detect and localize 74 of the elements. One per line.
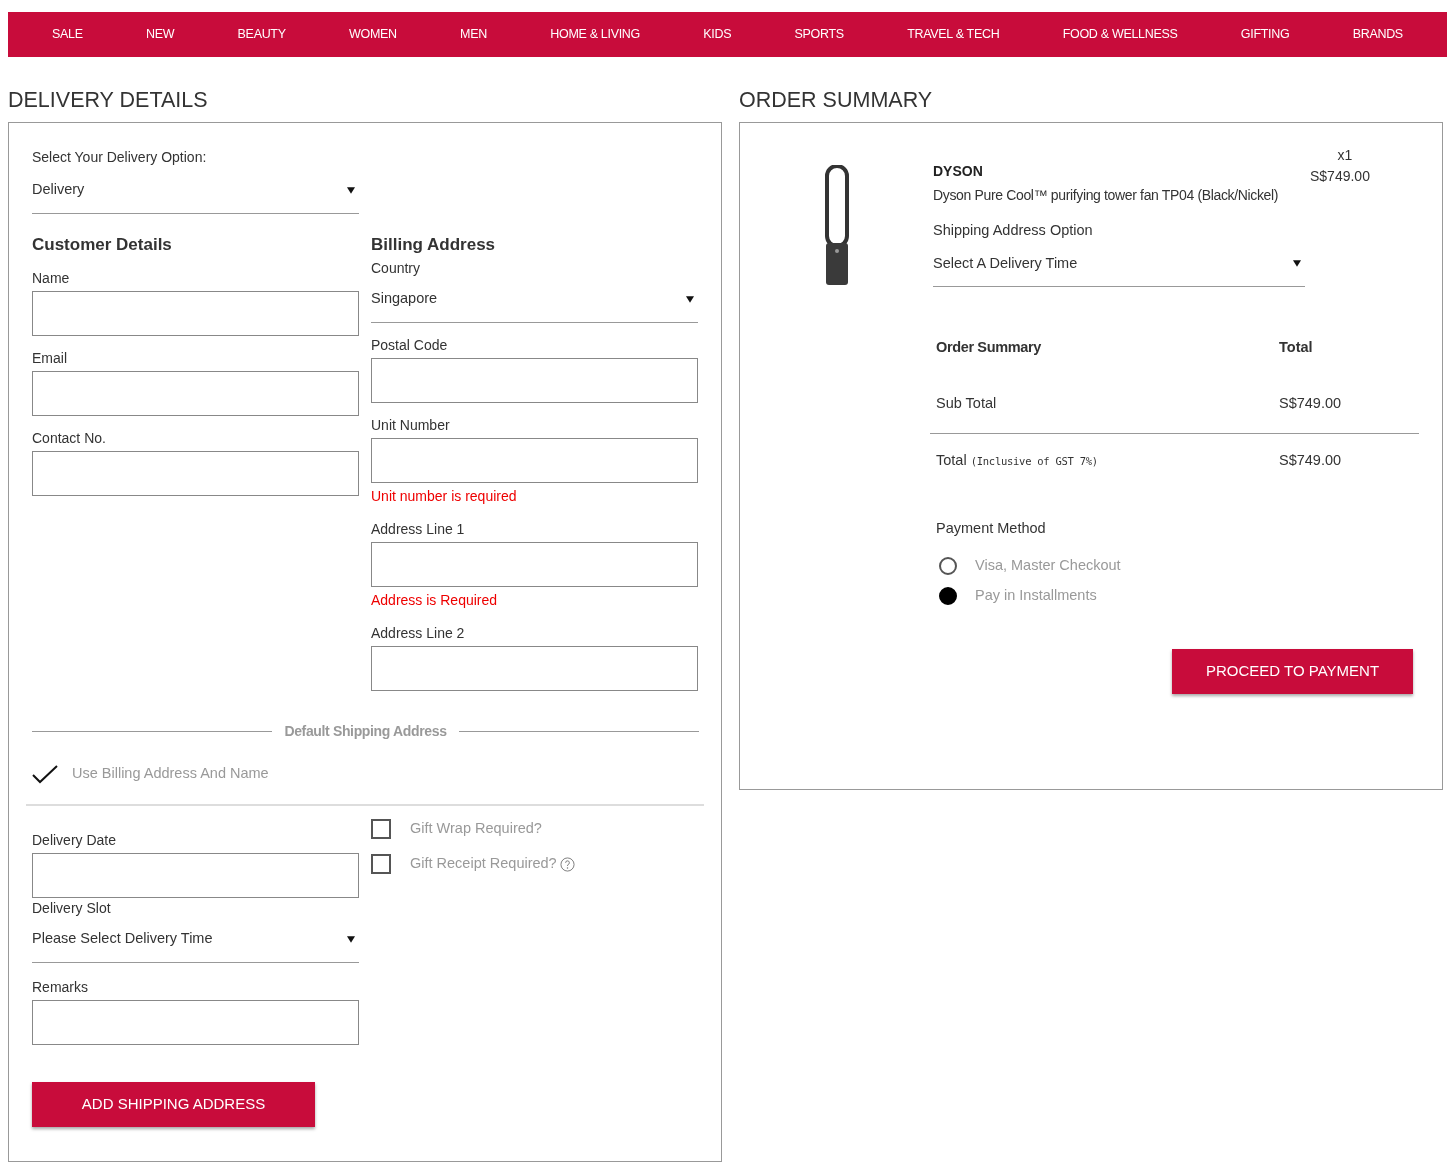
checkbox-label: Gift Wrap Required? xyxy=(410,819,542,839)
delivery-option-select[interactable]: Delivery xyxy=(32,167,359,214)
checkbox-label: Gift Receipt Required? xyxy=(410,854,557,874)
input-field[interactable] xyxy=(371,357,698,403)
input-field[interactable] xyxy=(371,541,698,587)
product-quantity: x1 xyxy=(1336,145,1353,165)
checkbox-label: Use Billing Address And Name xyxy=(72,763,269,783)
checkbox[interactable] xyxy=(371,819,391,839)
field-label: Address Line 1 xyxy=(371,520,466,538)
caret-icon xyxy=(686,295,694,303)
error-message: Address is Required xyxy=(371,590,499,610)
nav-link[interactable]: HOME & LIVING xyxy=(536,25,654,44)
field-label: Remarks xyxy=(32,978,89,996)
table-cell-text: S$749.00 xyxy=(1279,450,1342,470)
nav-link[interactable]: BRANDS xyxy=(1338,25,1417,44)
table-header: Order Summary xyxy=(936,338,1042,358)
proceed-to-payment-button[interactable]: PROCEED TO PAYMENT xyxy=(1172,648,1413,694)
section-heading: DELIVERY DETAILS xyxy=(8,90,209,112)
nav-link[interactable]: BEAUTY xyxy=(223,25,300,44)
field-label: Name xyxy=(32,269,71,287)
table-cell-text: Total xyxy=(936,450,967,470)
country-select[interactable]: Singapore xyxy=(371,276,698,323)
field-label: Contact No. xyxy=(32,429,107,447)
input-field[interactable] xyxy=(371,437,698,483)
nav-link[interactable]: FOOD & WELLNESS xyxy=(1048,25,1192,44)
input-field[interactable] xyxy=(32,370,359,416)
add-shipping-address-button[interactable]: ADD SHIPPING ADDRESS xyxy=(32,1081,315,1127)
field-label: Shipping Address Option xyxy=(933,220,1094,240)
table-cell-text: Sub Total xyxy=(936,394,998,413)
input-field[interactable] xyxy=(32,852,359,898)
nav-link[interactable]: SALE xyxy=(38,25,97,44)
nav-link[interactable]: MEN xyxy=(446,25,501,44)
product-brand: DYSON xyxy=(933,161,984,181)
field-label: Delivery Slot xyxy=(32,899,112,917)
input-field[interactable] xyxy=(32,290,359,336)
section-heading: ORDER SUMMARY xyxy=(739,90,934,112)
subsection-heading: Customer Details xyxy=(32,233,173,256)
product-name: Dyson Pure Cool™ purifying tower fan TP04 (Black/Nickel) xyxy=(933,185,1280,205)
table-cell-text: (Inclusive of GST 7%) xyxy=(970,453,1098,469)
field-label: Unit Number xyxy=(371,416,451,434)
radio-label: Pay in Installments xyxy=(975,586,1097,605)
nav-link[interactable]: SPORTS xyxy=(780,25,858,44)
field-label: Address Line 2 xyxy=(371,624,466,642)
checkmark-icon[interactable] xyxy=(32,763,58,784)
product-price: S$749.00 xyxy=(1310,166,1370,186)
error-message: Unit number is required xyxy=(371,486,518,506)
divider-label: Default Shipping Address xyxy=(284,721,447,741)
caret-icon xyxy=(347,186,355,194)
nav-link[interactable]: WOMEN xyxy=(335,25,411,44)
delivery-time-select[interactable]: Select A Delivery Time xyxy=(933,241,1305,288)
help-icon[interactable] xyxy=(559,856,575,872)
input-field[interactable] xyxy=(371,645,698,691)
field-label: Email xyxy=(32,349,68,367)
radio-button[interactable] xyxy=(939,557,957,576)
nav-link[interactable]: KIDS xyxy=(689,25,746,44)
field-label: Country xyxy=(371,259,422,277)
field-label: Postal Code xyxy=(371,336,449,354)
delivery-slot-select[interactable]: Please Select Delivery Time xyxy=(32,916,359,963)
nav-link[interactable]: TRAVEL & TECH xyxy=(893,25,1014,44)
table-header: Total xyxy=(1279,338,1313,358)
checkbox[interactable] xyxy=(371,854,391,874)
input-field[interactable] xyxy=(32,450,359,496)
field-label: Select Your Delivery Option: xyxy=(32,147,208,167)
nav-link[interactable]: NEW xyxy=(132,25,189,44)
caret-icon xyxy=(347,935,355,943)
radio-button[interactable] xyxy=(939,586,957,605)
nav-link[interactable]: GIFTING xyxy=(1226,25,1304,44)
subsection-heading: Billing Address xyxy=(371,233,497,256)
field-label: Delivery Date xyxy=(32,831,118,849)
table-cell-text: S$749.00 xyxy=(1279,394,1342,413)
input-field[interactable] xyxy=(32,999,359,1045)
field-label: Payment Method xyxy=(936,518,1047,538)
radio-label: Visa, Master Checkout xyxy=(975,556,1121,576)
caret-icon xyxy=(1293,260,1301,268)
